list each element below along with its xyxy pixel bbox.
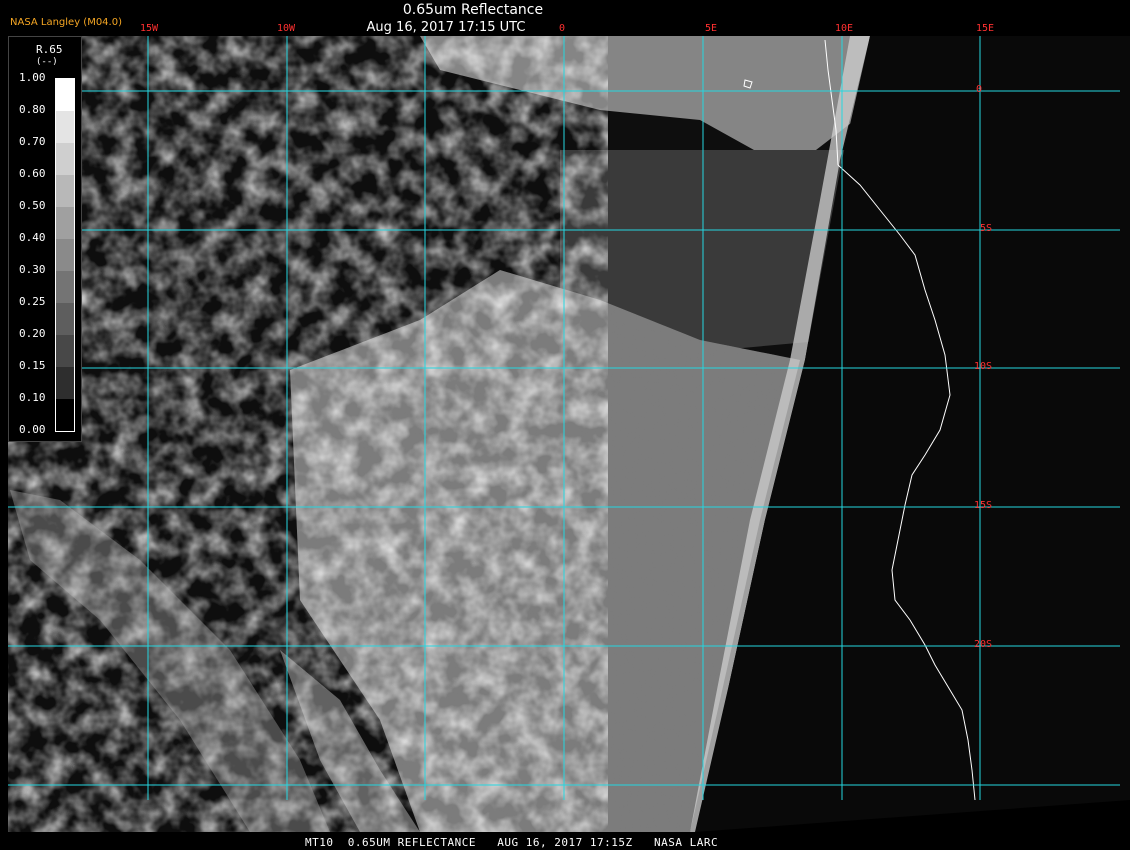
legend-tick: 0.15	[19, 359, 46, 372]
reflectance-imagery	[0, 0, 1130, 850]
color-legend: R.65 (--) 1.00 0.80 0.70 0.60 0.50 0.40 …	[8, 36, 82, 442]
legend-tick: 0.20	[19, 327, 46, 340]
lat-label-10s: 10S	[974, 361, 993, 372]
lat-label-5s: 5S	[980, 223, 993, 234]
lon-label-5e: 5E	[705, 23, 718, 34]
legend-tick: 0.25	[19, 295, 46, 308]
legend-tick: 0.30	[19, 263, 46, 276]
footer-caption: MT10 0.65UM REFLECTANCE AUG 16, 2017 17:…	[305, 836, 719, 849]
lat-label-15s: 15S	[974, 500, 993, 511]
lon-label-10w: 10W	[277, 23, 296, 34]
legend-unit: (--)	[36, 57, 58, 67]
legend-tick: 0.40	[19, 231, 46, 244]
lat-label-0: 0	[976, 84, 983, 95]
satellite-map: 0.65um Reflectance Aug 16, 2017 17:15 UT…	[0, 0, 1130, 850]
legend-colorbar	[55, 78, 75, 432]
legend-variable: R.65	[36, 43, 63, 56]
image-title: 0.65um Reflectance	[402, 2, 544, 18]
legend-tick: 0.50	[19, 199, 46, 212]
legend-tick: 0.60	[19, 167, 46, 180]
lon-label-15w: 15W	[140, 23, 159, 34]
lat-label-20s: 20S	[974, 639, 993, 650]
legend-tick: 0.80	[19, 103, 46, 116]
image-timestamp: Aug 16, 2017 17:15 UTC	[366, 20, 526, 35]
legend-tick: 0.70	[19, 135, 46, 148]
legend-tick: 0.10	[19, 391, 46, 404]
credit-label: NASA Langley (M04.0)	[10, 17, 122, 28]
lon-label-0: 0	[559, 23, 566, 34]
lon-label-10e: 10E	[835, 23, 854, 34]
lon-label-15e: 15E	[976, 23, 995, 34]
legend-tick: 0.00	[19, 423, 46, 436]
legend-tick: 1.00	[19, 71, 46, 84]
